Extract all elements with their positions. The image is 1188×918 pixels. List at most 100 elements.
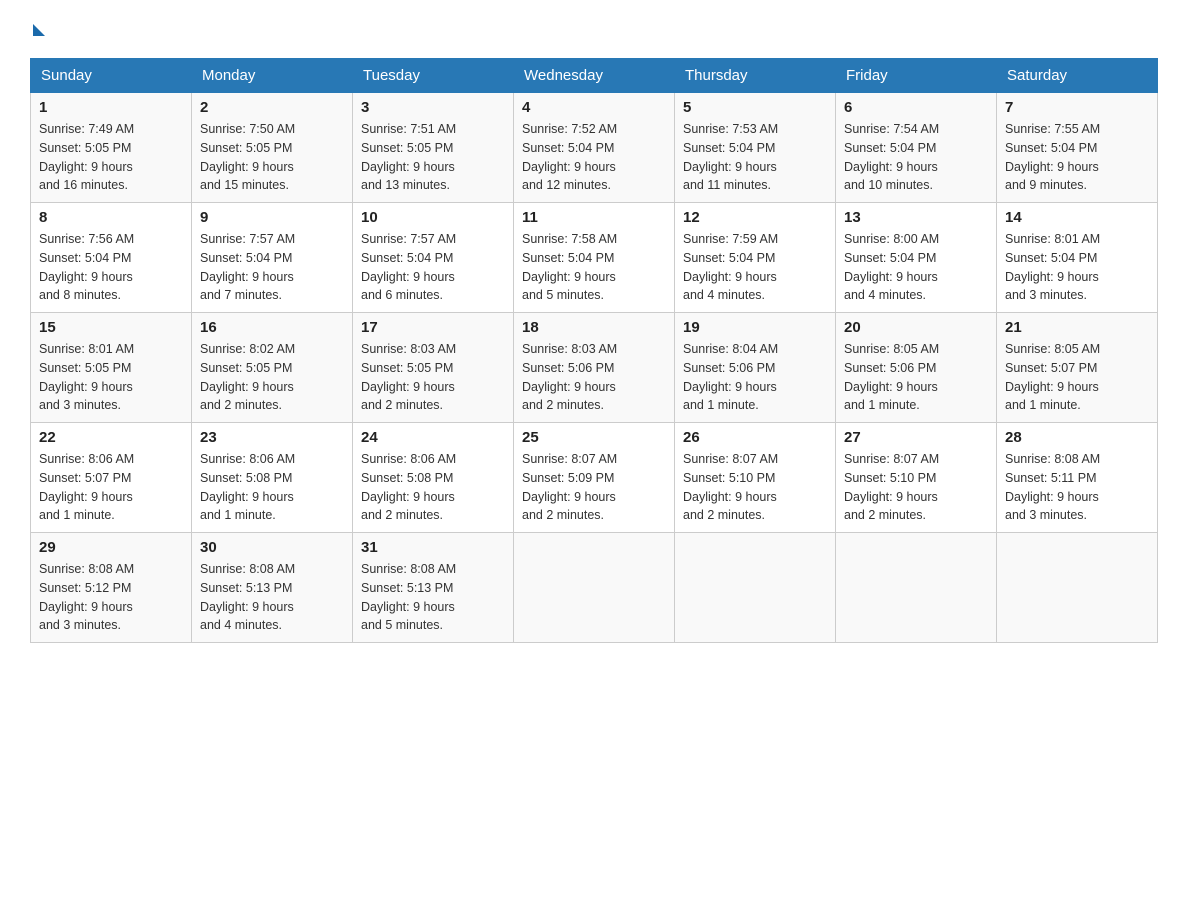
calendar-week-row: 15Sunrise: 8:01 AMSunset: 5:05 PMDayligh… — [31, 313, 1158, 423]
calendar-cell: 10 Sunrise: 7:57 AMSunset: 5:04 PMDayligh… — [353, 203, 514, 313]
day-number: 29 — [39, 539, 183, 556]
column-header-sunday: Sunday — [31, 59, 192, 93]
day-number: 31 — [361, 539, 505, 556]
day-number: 30 — [200, 539, 344, 556]
day-info: Sunrise: 8:01 AMSunset: 5:05 PMDaylight:… — [39, 342, 134, 412]
day-number: 17 — [361, 319, 505, 336]
calendar-cell — [997, 533, 1158, 643]
day-info: Sunrise: 8:05 AMSunset: 5:06 PMDaylight:… — [844, 342, 939, 412]
calendar-cell — [836, 533, 997, 643]
calendar-cell: 9Sunrise: 7:57 AMSunset: 5:04 PMDaylight… — [192, 203, 353, 313]
column-header-tuesday: Tuesday — [353, 59, 514, 93]
day-number: 5 — [683, 99, 827, 116]
day-number: 11 — [522, 209, 666, 226]
day-info: Sunrise: 7:58 AMSunset: 5:04 PMDaylight:… — [522, 232, 617, 302]
calendar-cell: 30 Sunrise: 8:08 AMSunset: 5:13 PMDayligh… — [192, 533, 353, 643]
calendar-cell: 24 Sunrise: 8:06 AMSunset: 5:08 PMDayligh… — [353, 423, 514, 533]
calendar-cell: 16 Sunrise: 8:02 AMSunset: 5:05 PMDayligh… — [192, 313, 353, 423]
day-number: 22 — [39, 429, 183, 446]
day-info: Sunrise: 8:06 AMSunset: 5:08 PMDaylight:… — [361, 452, 456, 522]
day-info: Sunrise: 7:55 AMSunset: 5:04 PMDaylight:… — [1005, 122, 1100, 192]
calendar-cell — [675, 533, 836, 643]
day-info: Sunrise: 8:03 AMSunset: 5:06 PMDaylight:… — [522, 342, 617, 412]
day-info: Sunrise: 7:50 AMSunset: 5:05 PMDaylight:… — [200, 122, 295, 192]
day-number: 10 — [361, 209, 505, 226]
calendar-cell: 11 Sunrise: 7:58 AMSunset: 5:04 PMDayligh… — [514, 203, 675, 313]
calendar-cell: 2 Sunrise: 7:50 AMSunset: 5:05 PMDaylight… — [192, 93, 353, 203]
day-number: 20 — [844, 319, 988, 336]
day-number: 12 — [683, 209, 827, 226]
column-header-wednesday: Wednesday — [514, 59, 675, 93]
day-number: 18 — [522, 319, 666, 336]
day-info: Sunrise: 7:56 AMSunset: 5:04 PMDaylight:… — [39, 232, 134, 302]
day-info: Sunrise: 7:52 AMSunset: 5:04 PMDaylight:… — [522, 122, 617, 192]
calendar-cell: 25Sunrise: 8:07 AMSunset: 5:09 PMDayligh… — [514, 423, 675, 533]
day-info: Sunrise: 7:51 AMSunset: 5:05 PMDaylight:… — [361, 122, 456, 192]
day-number: 8 — [39, 209, 183, 226]
calendar-cell: 15Sunrise: 8:01 AMSunset: 5:05 PMDayligh… — [31, 313, 192, 423]
day-info: Sunrise: 8:08 AMSunset: 5:13 PMDaylight:… — [361, 562, 456, 632]
day-number: 6 — [844, 99, 988, 116]
day-number: 2 — [200, 99, 344, 116]
calendar-cell: 31 Sunrise: 8:08 AMSunset: 5:13 PMDayligh… — [353, 533, 514, 643]
calendar-cell: 4 Sunrise: 7:52 AMSunset: 5:04 PMDaylight… — [514, 93, 675, 203]
calendar-week-row: 22Sunrise: 8:06 AMSunset: 5:07 PMDayligh… — [31, 423, 1158, 533]
column-header-friday: Friday — [836, 59, 997, 93]
day-info: Sunrise: 8:08 AMSunset: 5:11 PMDaylight:… — [1005, 452, 1100, 522]
day-number: 16 — [200, 319, 344, 336]
calendar-cell: 28 Sunrise: 8:08 AMSunset: 5:11 PMDayligh… — [997, 423, 1158, 533]
calendar-cell: 3Sunrise: 7:51 AMSunset: 5:05 PMDaylight… — [353, 93, 514, 203]
calendar-cell — [514, 533, 675, 643]
column-header-thursday: Thursday — [675, 59, 836, 93]
day-number: 27 — [844, 429, 988, 446]
calendar-cell: 26 Sunrise: 8:07 AMSunset: 5:10 PMDayligh… — [675, 423, 836, 533]
calendar-cell: 23 Sunrise: 8:06 AMSunset: 5:08 PMDayligh… — [192, 423, 353, 533]
day-number: 4 — [522, 99, 666, 116]
logo — [30, 20, 45, 38]
calendar-week-row: 29 Sunrise: 8:08 AMSunset: 5:12 PMDayligh… — [31, 533, 1158, 643]
day-number: 23 — [200, 429, 344, 446]
day-info: Sunrise: 8:02 AMSunset: 5:05 PMDaylight:… — [200, 342, 295, 412]
day-number: 19 — [683, 319, 827, 336]
day-number: 25 — [522, 429, 666, 446]
logo-top — [30, 20, 45, 36]
calendar-cell: 19 Sunrise: 8:04 AMSunset: 5:06 PMDayligh… — [675, 313, 836, 423]
day-number: 7 — [1005, 99, 1149, 116]
day-info: Sunrise: 8:08 AMSunset: 5:13 PMDaylight:… — [200, 562, 295, 632]
calendar-cell: 7 Sunrise: 7:55 AMSunset: 5:04 PMDaylight… — [997, 93, 1158, 203]
calendar-table: SundayMondayTuesdayWednesdayThursdayFrid… — [30, 58, 1158, 643]
day-number: 26 — [683, 429, 827, 446]
calendar-cell: 5 Sunrise: 7:53 AMSunset: 5:04 PMDaylight… — [675, 93, 836, 203]
column-header-monday: Monday — [192, 59, 353, 93]
day-info: Sunrise: 8:04 AMSunset: 5:06 PMDaylight:… — [683, 342, 778, 412]
calendar-cell: 27 Sunrise: 8:07 AMSunset: 5:10 PMDayligh… — [836, 423, 997, 533]
calendar-cell: 18 Sunrise: 8:03 AMSunset: 5:06 PMDayligh… — [514, 313, 675, 423]
day-info: Sunrise: 7:59 AMSunset: 5:04 PMDaylight:… — [683, 232, 778, 302]
day-number: 28 — [1005, 429, 1149, 446]
day-info: Sunrise: 7:57 AMSunset: 5:04 PMDaylight:… — [200, 232, 295, 302]
day-number: 1 — [39, 99, 183, 116]
day-info: Sunrise: 8:05 AMSunset: 5:07 PMDaylight:… — [1005, 342, 1100, 412]
calendar-cell: 6Sunrise: 7:54 AMSunset: 5:04 PMDaylight… — [836, 93, 997, 203]
calendar-cell: 29 Sunrise: 8:08 AMSunset: 5:12 PMDayligh… — [31, 533, 192, 643]
day-info: Sunrise: 7:57 AMSunset: 5:04 PMDaylight:… — [361, 232, 456, 302]
day-number: 13 — [844, 209, 988, 226]
day-info: Sunrise: 8:03 AMSunset: 5:05 PMDaylight:… — [361, 342, 456, 412]
day-info: Sunrise: 8:06 AMSunset: 5:08 PMDaylight:… — [200, 452, 295, 522]
calendar-cell: 20 Sunrise: 8:05 AMSunset: 5:06 PMDayligh… — [836, 313, 997, 423]
day-info: Sunrise: 7:53 AMSunset: 5:04 PMDaylight:… — [683, 122, 778, 192]
calendar-cell: 12 Sunrise: 7:59 AMSunset: 5:04 PMDayligh… — [675, 203, 836, 313]
day-info: Sunrise: 8:07 AMSunset: 5:10 PMDaylight:… — [683, 452, 778, 522]
day-info: Sunrise: 8:00 AMSunset: 5:04 PMDaylight:… — [844, 232, 939, 302]
day-info: Sunrise: 8:07 AMSunset: 5:10 PMDaylight:… — [844, 452, 939, 522]
logo-arrow-icon — [33, 24, 45, 36]
day-number: 21 — [1005, 319, 1149, 336]
calendar-week-row: 8 Sunrise: 7:56 AMSunset: 5:04 PMDaylight… — [31, 203, 1158, 313]
day-number: 24 — [361, 429, 505, 446]
calendar-cell: 13 Sunrise: 8:00 AMSunset: 5:04 PMDayligh… — [836, 203, 997, 313]
calendar-cell: 8 Sunrise: 7:56 AMSunset: 5:04 PMDaylight… — [31, 203, 192, 313]
day-info: Sunrise: 8:08 AMSunset: 5:12 PMDaylight:… — [39, 562, 134, 632]
calendar-header-row: SundayMondayTuesdayWednesdayThursdayFrid… — [31, 59, 1158, 93]
day-number: 14 — [1005, 209, 1149, 226]
calendar-cell: 21 Sunrise: 8:05 AMSunset: 5:07 PMDayligh… — [997, 313, 1158, 423]
